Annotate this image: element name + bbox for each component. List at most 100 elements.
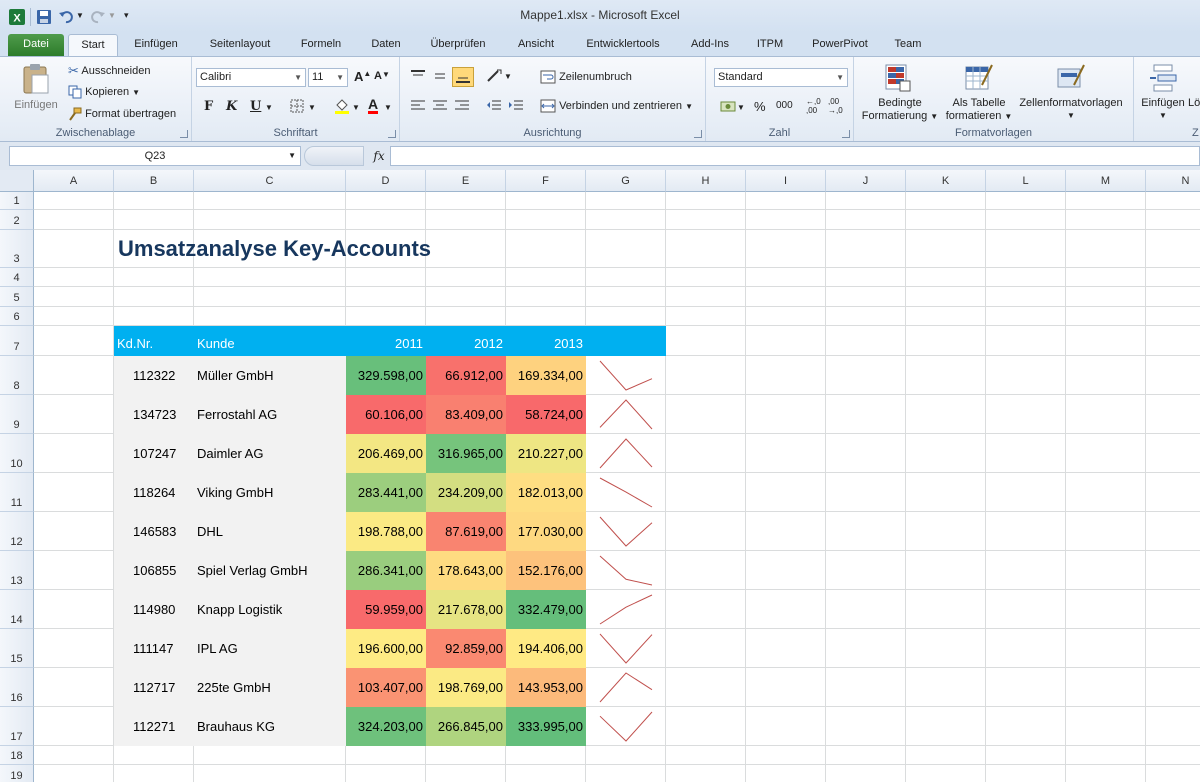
- cell-umsatz-2011[interactable]: 324.203,00: [346, 707, 426, 746]
- cell-umsatz-2011[interactable]: 196.600,00: [346, 629, 426, 668]
- cell-umsatz-2013[interactable]: 194.406,00: [506, 629, 586, 668]
- cell-umsatz-2012[interactable]: 316.965,00: [426, 434, 506, 473]
- cell-styles-button[interactable]: Zellenformatvorlagen ▼: [1014, 61, 1128, 125]
- column-header-l[interactable]: L: [986, 170, 1066, 192]
- row-header-18[interactable]: 18: [0, 746, 34, 765]
- name-box[interactable]: Q23 ▼: [9, 146, 301, 166]
- tab-ueberpruefen[interactable]: Überprüfen: [420, 34, 496, 56]
- cell-kd-nr[interactable]: 114980: [114, 590, 194, 629]
- alignment-dialog-launcher-icon[interactable]: [694, 130, 702, 138]
- align-left-icon[interactable]: [410, 99, 426, 113]
- column-header-c[interactable]: C: [194, 170, 346, 192]
- merge-center-button[interactable]: Verbinden und zentrieren ▼: [540, 99, 693, 113]
- cell-umsatz-2012[interactable]: 266.845,00: [426, 707, 506, 746]
- cell-umsatz-2012[interactable]: 87.619,00: [426, 512, 506, 551]
- percent-style-button[interactable]: %: [754, 99, 766, 114]
- cell-kunde[interactable]: Knapp Logistik: [194, 590, 346, 629]
- conditional-formatting-button[interactable]: Bedingte Formatierung ▼: [858, 61, 942, 125]
- cell-umsatz-2011[interactable]: 103.407,00: [346, 668, 426, 707]
- tab-datei[interactable]: Datei: [8, 34, 64, 56]
- font-color-icon[interactable]: A: [368, 97, 379, 114]
- formula-bar-splitter[interactable]: [304, 146, 364, 166]
- column-header-h[interactable]: H: [666, 170, 746, 192]
- cell-umsatz-2013[interactable]: 177.030,00: [506, 512, 586, 551]
- row-header-15[interactable]: 15: [0, 629, 34, 668]
- cell-umsatz-2011[interactable]: 283.441,00: [346, 473, 426, 512]
- insert-function-button[interactable]: fx: [368, 146, 390, 166]
- underline-dropdown-icon[interactable]: ▼: [265, 103, 273, 112]
- cell-umsatz-2012[interactable]: 83.409,00: [426, 395, 506, 434]
- tab-daten[interactable]: Daten: [362, 34, 410, 56]
- decrease-decimal-button[interactable]: ,00 →,0: [828, 97, 843, 115]
- column-header-d[interactable]: D: [346, 170, 426, 192]
- font-color-dropdown-icon[interactable]: ▼: [384, 103, 392, 112]
- cell-kunde[interactable]: DHL: [194, 512, 346, 551]
- name-box-dropdown-icon[interactable]: ▼: [288, 147, 296, 165]
- tab-start[interactable]: Start: [68, 34, 118, 56]
- row-header-12[interactable]: 12: [0, 512, 34, 551]
- cell-umsatz-2013[interactable]: 169.334,00: [506, 356, 586, 395]
- cell-kunde[interactable]: Daimler AG: [194, 434, 346, 473]
- copy-button[interactable]: Kopieren ▼: [68, 85, 140, 99]
- align-top-icon[interactable]: [410, 69, 426, 83]
- cell-umsatz-2012[interactable]: 92.859,00: [426, 629, 506, 668]
- underline-button[interactable]: U: [250, 99, 261, 114]
- cell-kunde[interactable]: Ferrostahl AG: [194, 395, 346, 434]
- cell-kd-nr[interactable]: 107247: [114, 434, 194, 473]
- tab-formeln[interactable]: Formeln: [292, 34, 350, 56]
- column-header-b[interactable]: B: [114, 170, 194, 192]
- cell-umsatz-2012[interactable]: 178.643,00: [426, 551, 506, 590]
- row-header-5[interactable]: 5: [0, 287, 34, 307]
- select-all-corner[interactable]: [0, 170, 34, 192]
- format-as-table-button[interactable]: Als Tabelle formatieren ▼: [944, 61, 1014, 125]
- cell-umsatz-2013[interactable]: 58.724,00: [506, 395, 586, 434]
- font-dialog-launcher-icon[interactable]: [388, 130, 396, 138]
- format-painter-button[interactable]: Format übertragen: [68, 107, 176, 121]
- row-header-7[interactable]: 7: [0, 326, 34, 356]
- align-middle-icon[interactable]: [432, 69, 448, 83]
- row-header-8[interactable]: 8: [0, 356, 34, 395]
- clipboard-dialog-launcher-icon[interactable]: [180, 130, 188, 138]
- fill-color-icon[interactable]: [334, 98, 350, 114]
- cell-umsatz-2012[interactable]: 198.769,00: [426, 668, 506, 707]
- column-header-g[interactable]: G: [586, 170, 666, 192]
- cell-umsatz-2011[interactable]: 60.106,00: [346, 395, 426, 434]
- increase-decimal-button[interactable]: ←,0,00: [806, 97, 821, 115]
- tab-ansicht[interactable]: Ansicht: [508, 34, 564, 56]
- column-header-e[interactable]: E: [426, 170, 506, 192]
- accounting-format-icon[interactable]: [720, 99, 736, 113]
- cell-umsatz-2013[interactable]: 332.479,00: [506, 590, 586, 629]
- cell-umsatz-2013[interactable]: 143.953,00: [506, 668, 586, 707]
- grow-font-button[interactable]: A▲: [354, 69, 371, 84]
- row-header-9[interactable]: 9: [0, 395, 34, 434]
- cell-kd-nr[interactable]: 134723: [114, 395, 194, 434]
- column-header-m[interactable]: M: [1066, 170, 1146, 192]
- increase-indent-icon[interactable]: [508, 99, 524, 113]
- tab-einfuegen[interactable]: Einfügen: [124, 34, 188, 56]
- cell-kd-nr[interactable]: 118264: [114, 473, 194, 512]
- accounting-format-dropdown-icon[interactable]: ▼: [737, 103, 745, 112]
- shrink-font-button[interactable]: A▼: [374, 70, 390, 82]
- cell-kunde[interactable]: Müller GmbH: [194, 356, 346, 395]
- cell-umsatz-2013[interactable]: 152.176,00: [506, 551, 586, 590]
- cell-kunde[interactable]: Spiel Verlag GmbH: [194, 551, 346, 590]
- number-dialog-launcher-icon[interactable]: [842, 130, 850, 138]
- cell-umsatz-2012[interactable]: 217.678,00: [426, 590, 506, 629]
- cell-kd-nr[interactable]: 111147: [114, 629, 194, 668]
- column-header-f[interactable]: F: [506, 170, 586, 192]
- cell-umsatz-2011[interactable]: 59.959,00: [346, 590, 426, 629]
- cut-button[interactable]: ✂ Ausschneiden: [68, 63, 150, 79]
- row-header-14[interactable]: 14: [0, 590, 34, 629]
- cell-umsatz-2013[interactable]: 210.227,00: [506, 434, 586, 473]
- column-header-a[interactable]: A: [34, 170, 114, 192]
- row-header-19[interactable]: 19: [0, 765, 34, 782]
- cell-kd-nr[interactable]: 146583: [114, 512, 194, 551]
- row-header-16[interactable]: 16: [0, 668, 34, 707]
- align-right-icon[interactable]: [454, 99, 470, 113]
- column-header-j[interactable]: J: [826, 170, 906, 192]
- cell-umsatz-2013[interactable]: 333.995,00: [506, 707, 586, 746]
- formula-input[interactable]: [390, 146, 1200, 166]
- row-header-4[interactable]: 4: [0, 268, 34, 287]
- cell-umsatz-2011[interactable]: 198.788,00: [346, 512, 426, 551]
- row-header-1[interactable]: 1: [0, 192, 34, 210]
